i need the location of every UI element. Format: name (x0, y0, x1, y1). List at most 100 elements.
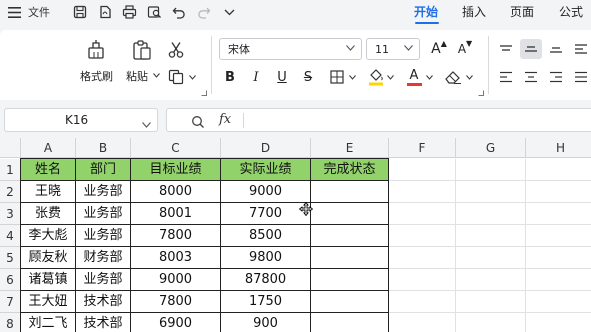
column-header-e[interactable]: E (311, 138, 389, 158)
table-cell[interactable]: 8003 (131, 247, 221, 269)
table-cell[interactable]: 业务部 (76, 225, 131, 247)
table-cell[interactable]: 刘二飞 (21, 313, 76, 332)
shrink-font-button[interactable]: A ▼ (456, 39, 474, 58)
empty-cell[interactable] (389, 181, 456, 203)
table-cell[interactable]: 1750 (221, 291, 311, 313)
empty-cell[interactable] (456, 313, 526, 332)
paste-label[interactable]: 粘贴 (126, 68, 148, 84)
tab-page[interactable]: 页面 (510, 3, 534, 21)
tab-formulas[interactable]: 公式 (559, 3, 583, 21)
save-icon[interactable] (72, 4, 88, 20)
table-header-cell[interactable]: 完成状态 (311, 159, 389, 181)
empty-cell[interactable] (389, 159, 456, 181)
table-cell[interactable] (311, 181, 389, 203)
tab-home[interactable]: 开始 (414, 3, 438, 21)
fx-icon[interactable]: fx (219, 112, 231, 127)
empty-cell[interactable] (526, 291, 591, 313)
empty-cell[interactable] (389, 313, 456, 332)
paste-chevron-down-icon[interactable] (152, 71, 160, 79)
eraser-chevron-down-icon[interactable] (465, 74, 473, 80)
table-cell[interactable]: 900 (221, 313, 311, 332)
column-header-c[interactable]: C (131, 138, 221, 158)
bold-button[interactable]: B (222, 68, 238, 86)
table-cell[interactable]: 6900 (131, 313, 221, 332)
row-header-8[interactable]: 8 (0, 313, 21, 332)
empty-cell[interactable] (526, 225, 591, 247)
worksheet-grid[interactable]: A B C D E F G H 1 姓名 部门 目标业绩 实际业绩 完成状态 2 王晓 业务部 8000 9000 3… (0, 138, 591, 332)
quick-access-chevron-down-icon[interactable] (221, 4, 237, 20)
column-header-h[interactable]: H (526, 138, 591, 158)
table-cell[interactable]: 业务部 (76, 203, 131, 225)
empty-cell[interactable] (526, 247, 591, 269)
table-cell[interactable]: 87800 (221, 269, 311, 291)
underline-button[interactable]: U (274, 68, 290, 86)
table-cell[interactable]: 财务部 (76, 247, 131, 269)
row-header-2[interactable]: 2 (0, 181, 21, 203)
strikethrough-button[interactable]: S (300, 68, 316, 86)
row-header-4[interactable]: 4 (0, 225, 21, 247)
format-painter-icon[interactable] (84, 38, 108, 62)
empty-cell[interactable] (526, 181, 591, 203)
font-name-select[interactable]: 宋体 (219, 38, 362, 60)
undo-icon[interactable] (171, 4, 187, 20)
table-cell[interactable] (311, 269, 389, 291)
empty-cell[interactable] (526, 203, 591, 225)
cut-icon[interactable] (165, 40, 187, 60)
eraser-icon[interactable] (443, 67, 463, 87)
file-menu[interactable]: 文件 (26, 4, 52, 20)
empty-cell[interactable] (389, 225, 456, 247)
table-cell[interactable]: 业务部 (76, 269, 131, 291)
export-pdf-icon[interactable] (97, 4, 113, 20)
italic-button[interactable]: I (248, 68, 264, 86)
table-header-cell[interactable]: 姓名 (21, 159, 76, 181)
empty-cell[interactable] (389, 291, 456, 313)
table-cell[interactable]: 7800 (131, 291, 221, 313)
table-cell[interactable]: 9000 (221, 181, 311, 203)
copy-chevron-down-icon[interactable] (188, 74, 196, 80)
align-top-icon[interactable] (496, 40, 516, 58)
table-cell[interactable]: 诸葛镇 (21, 269, 76, 291)
empty-cell[interactable] (526, 269, 591, 291)
clipboard-launcher-icon[interactable] (201, 90, 207, 96)
empty-cell[interactable] (456, 203, 526, 225)
align-bottom-icon[interactable] (546, 40, 566, 58)
table-cell[interactable]: 8500 (221, 225, 311, 247)
table-cell[interactable] (311, 247, 389, 269)
paste-icon[interactable] (130, 38, 154, 62)
table-cell[interactable] (311, 291, 389, 313)
text-direction-icon[interactable] (572, 40, 590, 58)
column-header-f[interactable]: F (389, 138, 456, 158)
align-middle-icon[interactable] (520, 39, 542, 59)
table-cell[interactable] (311, 313, 389, 332)
empty-cell[interactable] (456, 225, 526, 247)
fill-color-chevron-down-icon[interactable] (386, 74, 394, 80)
borders-chevron-down-icon[interactable] (348, 74, 356, 80)
table-cell[interactable]: 王大妞 (21, 291, 76, 313)
row-header-6[interactable]: 6 (0, 269, 21, 291)
empty-cell[interactable] (456, 269, 526, 291)
table-cell[interactable]: 王晓 (21, 181, 76, 203)
empty-cell[interactable] (389, 203, 456, 225)
table-cell[interactable]: 8000 (131, 181, 221, 203)
table-cell[interactable]: 9800 (221, 247, 311, 269)
align-right-icon[interactable] (546, 68, 566, 86)
table-cell[interactable]: 7700 (221, 203, 311, 225)
table-cell[interactable]: 8001 (131, 203, 221, 225)
format-painter-label[interactable]: 格式刷 (80, 68, 113, 84)
table-cell[interactable]: 技术部 (76, 313, 131, 332)
row-header-5[interactable]: 5 (0, 247, 21, 269)
empty-cell[interactable] (526, 159, 591, 181)
function-search-icon[interactable] (191, 114, 205, 133)
table-header-cell[interactable]: 目标业绩 (131, 159, 221, 181)
table-header-cell[interactable]: 部门 (76, 159, 131, 181)
empty-cell[interactable] (456, 159, 526, 181)
table-cell[interactable] (311, 203, 389, 225)
table-cell[interactable]: 顾友秋 (21, 247, 76, 269)
align-left-icon[interactable] (496, 68, 516, 86)
empty-cell[interactable] (389, 247, 456, 269)
justify-icon[interactable] (572, 68, 590, 86)
copy-icon[interactable] (166, 68, 186, 86)
name-box[interactable]: K16 (4, 108, 158, 132)
table-cell[interactable] (311, 225, 389, 247)
table-cell[interactable]: 李大彪 (21, 225, 76, 247)
